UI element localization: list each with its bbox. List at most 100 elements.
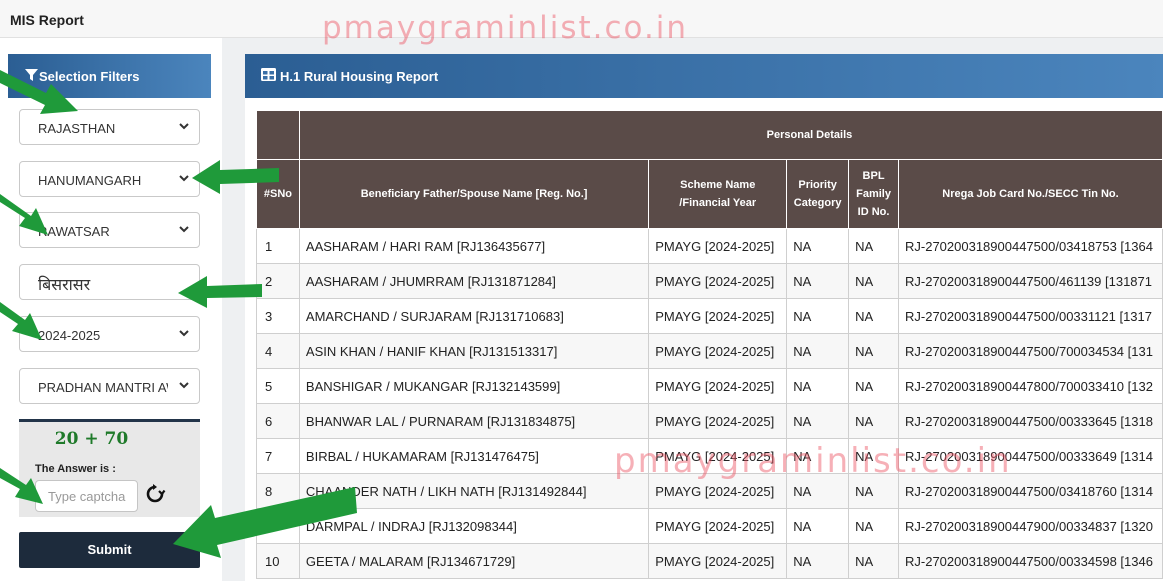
cell-bpl: NA — [848, 543, 899, 579]
cell-priority: NA — [786, 333, 850, 369]
rural-housing-table: Personal Details #SNo Beneficiary Father… — [256, 110, 1163, 579]
cell-bpl: NA — [848, 508, 899, 544]
financial-year-value: 2024-2025 — [38, 328, 101, 343]
chevron-down-icon — [177, 326, 191, 340]
cell-nrega: RJ-270200318900447900/00334837 [1320 — [898, 508, 1163, 544]
table-row: 3 AMARCHAND / SURJARAM [RJ131710683] PMA… — [256, 298, 1163, 334]
cell-scheme: PMAYG [2024-2025] — [648, 438, 788, 474]
village-input[interactable]: बिसरासर — [19, 264, 200, 300]
captcha-answer-label: The Answer is : — [35, 463, 116, 475]
cell-sno: 7 — [256, 438, 300, 474]
cell-scheme: PMAYG [2024-2025] — [648, 473, 788, 509]
cell-nrega: RJ-270200318900447500/00333649 [1314 — [898, 438, 1163, 474]
cell-nrega: RJ-270200318900447800/700033410 [132 — [898, 368, 1163, 404]
cell-beneficiary: DARMPAL / INDRAJ [RJ132098344] — [298, 508, 650, 544]
cell-scheme: PMAYG [2024-2025] — [648, 228, 788, 264]
selection-filters-panel: Selection Filters RAJASTHAN HANUMANGARH … — [0, 38, 222, 581]
cell-beneficiary: BANSHIGAR / MUKANGAR [RJ132143599] — [298, 368, 650, 404]
captcha-input[interactable]: Type captcha — [35, 480, 138, 512]
cell-priority: NA — [786, 473, 850, 509]
cell-sno: 6 — [256, 403, 300, 439]
chevron-down-icon — [177, 378, 191, 392]
financial-year-select[interactable]: 2024-2025 — [19, 316, 200, 352]
cell-sno: 3 — [256, 298, 300, 334]
col-header-bpl: BPL Family ID No. — [848, 159, 899, 229]
table-row: 2 AASHARAM / JHUMRRAM [RJ131871284] PMAY… — [256, 263, 1163, 299]
cell-scheme: PMAYG [2024-2025] — [648, 543, 788, 579]
cell-priority: NA — [786, 263, 850, 299]
captcha-question: 20 + 70 — [54, 429, 129, 449]
page: MIS Report pmaygraminlist.co.in pmaygram… — [0, 0, 1163, 581]
cell-scheme: PMAYG [2024-2025] — [648, 263, 788, 299]
cell-scheme: PMAYG [2024-2025] — [648, 403, 788, 439]
cell-bpl: NA — [848, 333, 899, 369]
cell-priority: NA — [786, 508, 850, 544]
cell-scheme: PMAYG [2024-2025] — [648, 298, 788, 334]
refresh-icon[interactable] — [144, 483, 166, 505]
chevron-down-icon — [177, 119, 191, 133]
submit-button[interactable]: Submit — [19, 532, 200, 568]
col-header-sno: #SNo — [256, 159, 300, 229]
cell-priority: NA — [786, 403, 850, 439]
state-select-value: RAJASTHAN — [38, 121, 116, 136]
cell-beneficiary: AASHARAM / HARI RAM [RJ136435677] — [298, 228, 650, 264]
cell-sno: 5 — [256, 368, 300, 404]
table-icon — [261, 68, 276, 84]
cell-priority: NA — [786, 368, 850, 404]
cell-beneficiary: GEETA / MALARAM [RJ134671729] — [298, 543, 650, 579]
table-row: 5 BANSHIGAR / MUKANGAR [RJ132143599] PMA… — [256, 368, 1163, 404]
group-header-personal-details: Personal Details — [298, 110, 1163, 160]
top-bar: MIS Report — [0, 0, 1163, 38]
header-spacer — [256, 110, 300, 160]
chevron-down-icon — [177, 171, 191, 185]
cell-sno: 8 — [256, 473, 300, 509]
cell-sno: 4 — [256, 333, 300, 369]
captcha-placeholder: Type captcha — [48, 489, 126, 504]
scheme-select[interactable]: PRADHAN MANTRI AWAS YOJANA GRAMIN — [19, 368, 200, 404]
cell-nrega: RJ-270200318900447500/461139 [131871 — [898, 263, 1163, 299]
cell-bpl: NA — [848, 368, 899, 404]
cell-bpl: NA — [848, 298, 899, 334]
report-title: H.1 Rural Housing Report — [280, 69, 439, 84]
district-select[interactable]: HANUMANGARH — [19, 161, 200, 197]
cell-bpl: NA — [848, 438, 899, 474]
cell-beneficiary: CHAANDER NATH / LIKH NATH [RJ131492844] — [298, 473, 650, 509]
table-row: 4 ASIN KHAN / HANIF KHAN [RJ131513317] P… — [256, 333, 1163, 369]
village-input-value: बिसरासर — [38, 277, 91, 294]
block-select-value: RAWATSAR — [38, 224, 110, 239]
col-header-nrega: Nrega Job Card No./SECC Tin No. — [898, 159, 1163, 229]
cell-bpl: NA — [848, 263, 899, 299]
cell-nrega: RJ-270200318900447500/00334598 [1346 — [898, 543, 1163, 579]
cell-beneficiary: AASHARAM / JHUMRRAM [RJ131871284] — [298, 263, 650, 299]
page-title: MIS Report — [10, 12, 84, 28]
cell-priority: NA — [786, 228, 850, 264]
report-header: H.1 Rural Housing Report — [245, 54, 1163, 98]
cell-beneficiary: AMARCHAND / SURJARAM [RJ131710683] — [298, 298, 650, 334]
captcha-panel: 20 + 70 The Answer is : Type captcha — [19, 419, 200, 517]
cell-nrega: RJ-270200318900447500/700034534 [131 — [898, 333, 1163, 369]
table-row: 1 AASHARAM / HARI RAM [RJ136435677] PMAY… — [256, 228, 1163, 264]
scheme-select-value: PRADHAN MANTRI AWAS YOJANA GRAMIN — [38, 380, 168, 395]
cell-beneficiary: BHANWAR LAL / PURNARAM [RJ131834875] — [298, 403, 650, 439]
cell-bpl: NA — [848, 473, 899, 509]
cell-beneficiary: ASIN KHAN / HANIF KHAN [RJ131513317] — [298, 333, 650, 369]
cell-priority: NA — [786, 543, 850, 579]
col-header-beneficiary: Beneficiary Father/Spouse Name [Reg. No.… — [298, 159, 650, 229]
chevron-down-icon — [177, 222, 191, 236]
cell-beneficiary: BIRBAL / HUKAMARAM [RJ131476475] — [298, 438, 650, 474]
table-row: 10 GEETA / MALARAM [RJ134671729] PMAYG [… — [256, 543, 1163, 579]
col-header-priority: Priority Category — [786, 159, 850, 229]
selection-filters-header: Selection Filters — [8, 54, 211, 98]
block-select[interactable]: RAWATSAR — [19, 212, 200, 248]
cell-sno: 2 — [256, 263, 300, 299]
table-row: 6 BHANWAR LAL / PURNARAM [RJ131834875] P… — [256, 403, 1163, 439]
cell-bpl: NA — [848, 228, 899, 264]
cell-scheme: PMAYG [2024-2025] — [648, 333, 788, 369]
state-select[interactable]: RAJASTHAN — [19, 109, 200, 145]
cell-sno: 9 — [256, 508, 300, 544]
cell-priority: NA — [786, 438, 850, 474]
table-row: 8 CHAANDER NATH / LIKH NATH [RJ131492844… — [256, 473, 1163, 509]
cell-scheme: PMAYG [2024-2025] — [648, 368, 788, 404]
cell-nrega: RJ-270200318900447500/00331121 [1317 — [898, 298, 1163, 334]
col-header-scheme: Scheme Name /Financial Year — [648, 159, 788, 229]
